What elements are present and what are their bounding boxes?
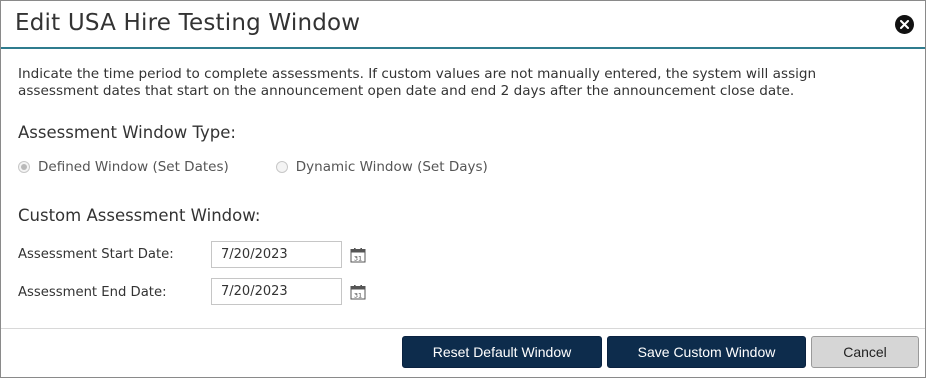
radio-label-defined: Defined Window (Set Dates) <box>38 159 229 175</box>
footer-divider <box>1 328 925 329</box>
edit-testing-window-dialog: Edit USA Hire Testing Window Indicate th… <box>0 0 926 378</box>
start-date-input[interactable] <box>211 241 342 268</box>
save-custom-window-button[interactable]: Save Custom Window <box>607 336 806 368</box>
close-button[interactable] <box>895 15 914 34</box>
window-type-options: Defined Window (Set Dates) Dynamic Windo… <box>18 158 488 176</box>
svg-text:31: 31 <box>354 254 362 262</box>
dialog-header: Edit USA Hire Testing Window <box>1 1 925 49</box>
intro-text: Indicate the time period to complete ass… <box>18 66 817 99</box>
dialog-title: Edit USA Hire Testing Window <box>15 10 361 36</box>
radio-dynamic-window[interactable]: Dynamic Window (Set Days) <box>275 159 488 175</box>
end-date-label: Assessment End Date: <box>18 285 167 300</box>
reset-default-window-button[interactable]: Reset Default Window <box>402 336 602 368</box>
calendar-icon[interactable]: 31 <box>350 247 366 263</box>
radio-button-dynamic[interactable] <box>275 161 288 173</box>
svg-text:31: 31 <box>354 291 362 299</box>
radio-label-dynamic: Dynamic Window (Set Days) <box>295 159 488 175</box>
window-type-heading: Assessment Window Type: <box>18 123 236 142</box>
calendar-icon[interactable]: 31 <box>350 284 366 300</box>
start-date-label: Assessment Start Date: <box>18 247 174 262</box>
radio-button-defined[interactable] <box>18 161 30 173</box>
cancel-button[interactable]: Cancel <box>811 336 919 368</box>
close-icon <box>900 20 909 29</box>
custom-window-heading: Custom Assessment Window: <box>18 206 261 225</box>
end-date-input[interactable] <box>211 278 342 305</box>
radio-defined-window[interactable]: Defined Window (Set Dates) <box>18 159 229 175</box>
